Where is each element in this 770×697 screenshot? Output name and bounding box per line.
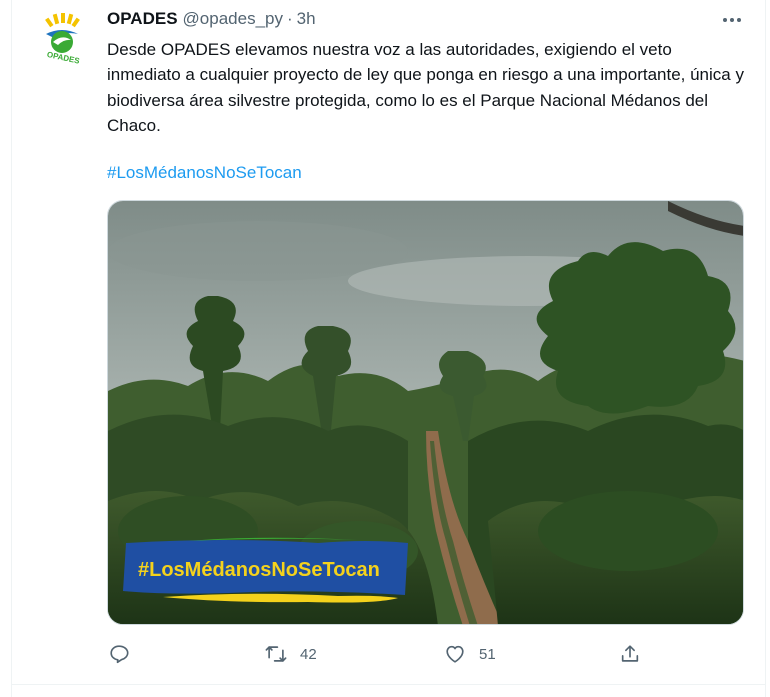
timeline-border-left	[11, 0, 12, 697]
retweet-icon	[265, 646, 287, 662]
share-button[interactable]	[619, 640, 641, 668]
opades-logo: OPADES	[45, 13, 81, 66]
tweet-actions: 42 51	[0, 640, 770, 668]
like-button[interactable]: 51	[443, 640, 496, 668]
more-icon	[723, 18, 741, 22]
timestamp[interactable]: 3h	[297, 9, 316, 29]
separator: ·	[287, 9, 293, 28]
hashtag-link[interactable]: #LosMédanosNoSeTocan	[107, 162, 302, 184]
retweet-count: 42	[300, 645, 317, 663]
avatar[interactable]: OPADES	[36, 12, 88, 66]
tweet-divider	[11, 684, 766, 685]
heart-icon	[446, 645, 464, 663]
share-icon	[621, 645, 639, 662]
reply-icon	[110, 645, 129, 664]
reply-button[interactable]	[108, 640, 130, 668]
tweet-media-image[interactable]: #LosMédanosNoSeTocan	[107, 200, 744, 625]
more-options-button[interactable]	[718, 10, 746, 30]
like-count: 51	[479, 645, 496, 663]
retweet-button[interactable]: 42	[264, 640, 317, 668]
timeline-border-right	[765, 0, 766, 697]
tweet-header: OPADES @opades_py · 3h	[107, 9, 316, 29]
user-handle[interactable]: @opades_py	[183, 9, 283, 29]
tweet-text: Desde OPADES elevamos nuestra voz a las …	[107, 40, 744, 135]
banner-text: #LosMédanosNoSeTocan	[138, 559, 380, 581]
display-name[interactable]: OPADES	[107, 9, 178, 29]
forest-photo: #LosMédanosNoSeTocan	[108, 201, 743, 624]
